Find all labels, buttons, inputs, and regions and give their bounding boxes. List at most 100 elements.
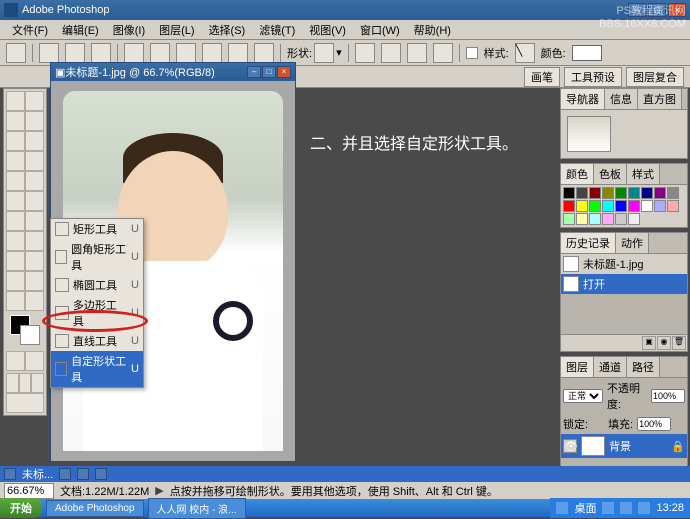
color-swatch[interactable] [576, 213, 588, 225]
start-button[interactable]: 开始 [0, 498, 42, 518]
tool-preset-icon[interactable] [6, 43, 26, 63]
tab-swatches[interactable]: 色板 [594, 164, 627, 184]
color-swatch[interactable] [576, 200, 588, 212]
tray-icon[interactable] [602, 502, 614, 514]
style-preview-icon[interactable]: ╲ [515, 43, 535, 63]
document-titlebar[interactable]: ▣ 未标题-1.jpg @ 66.7%(RGB/8) – □ × [51, 63, 295, 81]
lasso-tool[interactable] [6, 111, 25, 131]
history-step[interactable]: 打开 [561, 274, 687, 294]
color-swatch[interactable] [615, 213, 627, 225]
color-swatch[interactable] [602, 213, 614, 225]
color-swatch[interactable] [628, 200, 640, 212]
fill-pixels-mode-icon[interactable] [91, 43, 111, 63]
flyout-item[interactable]: 多边形工具U [51, 295, 143, 331]
tab-info[interactable]: 信息 [605, 89, 638, 109]
shape-layers-mode-icon[interactable] [39, 43, 59, 63]
screen-full-menu-icon[interactable] [19, 373, 32, 393]
color-swatch[interactable] [641, 187, 653, 199]
path-select-tool[interactable] [6, 251, 25, 271]
background-color[interactable] [20, 325, 40, 345]
flyout-item[interactable]: 椭圆工具U [51, 275, 143, 295]
standard-mode-icon[interactable] [6, 351, 25, 371]
blur-tool[interactable] [6, 211, 25, 231]
gradient-tool[interactable] [25, 191, 44, 211]
rect-shape-icon[interactable] [124, 43, 144, 63]
color-swatch[interactable] [628, 187, 640, 199]
eyedropper-tool[interactable] [25, 271, 44, 291]
anti-alias-checkbox[interactable] [466, 47, 478, 59]
color-swatch[interactable] [572, 45, 602, 61]
color-swatch[interactable] [602, 200, 614, 212]
minimized-doc-label[interactable]: 未标... [22, 466, 53, 482]
screen-full-icon[interactable] [31, 373, 44, 393]
brush-tab[interactable]: 画笔 [524, 67, 560, 87]
menu-item[interactable]: 文件(F) [6, 20, 54, 40]
tab-layers[interactable]: 图层 [561, 357, 594, 377]
trash-icon[interactable]: 🗑 [672, 336, 686, 350]
flyout-item[interactable]: 圆角矩形工具U [51, 239, 143, 275]
tool-preset-tab[interactable]: 工具预设 [564, 67, 622, 87]
new-snapshot-icon[interactable]: ◉ [657, 336, 671, 350]
layer-comp-tab[interactable]: 图层复合 [626, 67, 684, 87]
tab-navigator[interactable]: 导航器 [561, 89, 605, 109]
tab-paths[interactable]: 路径 [627, 357, 660, 377]
quickmask-mode-icon[interactable] [25, 351, 44, 371]
tab-actions[interactable]: 动作 [616, 233, 649, 253]
tab-styles[interactable]: 样式 [627, 164, 660, 184]
color-swatch[interactable] [667, 200, 679, 212]
clock[interactable]: 13:28 [656, 502, 684, 514]
paths-mode-icon[interactable] [65, 43, 85, 63]
status-menu-icon[interactable]: ▶ [155, 484, 163, 497]
cascade-icon[interactable] [77, 468, 89, 480]
color-swatch[interactable] [654, 200, 666, 212]
color-swatch[interactable] [667, 187, 679, 199]
custom-shape-icon[interactable] [254, 43, 274, 63]
tile-icon[interactable] [59, 468, 71, 480]
arrange-icon[interactable] [95, 468, 107, 480]
doc-minimize-button[interactable]: – [247, 66, 261, 78]
type-tool[interactable] [25, 231, 44, 251]
color-swatch[interactable] [576, 187, 588, 199]
tray-icon[interactable] [638, 502, 650, 514]
history-brush-tool[interactable] [25, 171, 44, 191]
hand-tool[interactable] [6, 291, 25, 311]
ellipse-shape-icon[interactable] [176, 43, 196, 63]
color-swatch[interactable] [615, 187, 627, 199]
zoom-tool[interactable] [25, 291, 44, 311]
color-swatch[interactable] [641, 200, 653, 212]
menu-item[interactable]: 编辑(E) [56, 20, 105, 40]
polygon-shape-icon[interactable] [202, 43, 222, 63]
doc-close-button[interactable]: × [277, 66, 291, 78]
fill-input[interactable] [637, 417, 671, 431]
screen-standard-icon[interactable] [6, 373, 19, 393]
color-swatch[interactable] [563, 200, 575, 212]
stamp-tool[interactable] [6, 171, 25, 191]
color-swatch[interactable] [589, 213, 601, 225]
move-tool[interactable] [6, 91, 25, 111]
color-swatch[interactable] [563, 187, 575, 199]
wand-tool[interactable] [25, 111, 44, 131]
menu-item[interactable]: 视图(V) [303, 20, 352, 40]
color-swatch[interactable] [563, 213, 575, 225]
dodge-tool[interactable] [25, 211, 44, 231]
color-swatch[interactable] [589, 200, 601, 212]
pathop-exclude-icon[interactable] [433, 43, 453, 63]
pathop-add-icon[interactable] [355, 43, 375, 63]
menu-item[interactable]: 选择(S) [203, 20, 252, 40]
eraser-tool[interactable] [6, 191, 25, 211]
blend-mode-select[interactable]: 正常 [563, 389, 603, 403]
taskbar-item[interactable]: 人人网 校内 - 浪... [148, 498, 246, 519]
marquee-tool[interactable] [25, 91, 44, 111]
color-swatch[interactable] [589, 187, 601, 199]
menu-item[interactable]: 图像(I) [107, 20, 151, 40]
line-shape-icon[interactable] [228, 43, 248, 63]
pathop-subtract-icon[interactable] [381, 43, 401, 63]
color-swatch[interactable] [628, 213, 640, 225]
slice-tool[interactable] [25, 131, 44, 151]
flyout-item[interactable]: 自定形状工具U [51, 351, 143, 387]
layer-row[interactable]: 👁 背景 🔒 [561, 434, 687, 458]
tray-icon[interactable] [556, 502, 568, 514]
opacity-input[interactable] [651, 389, 685, 403]
new-doc-from-state-icon[interactable]: ▣ [642, 336, 656, 350]
flyout-item[interactable]: 直线工具U [51, 331, 143, 351]
